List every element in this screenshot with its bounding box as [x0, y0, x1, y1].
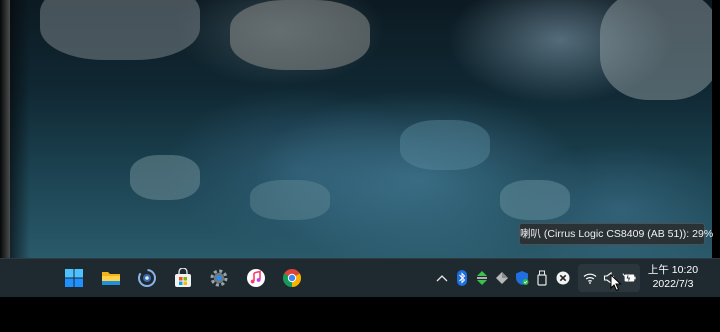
battery-tray-button[interactable] [622, 270, 636, 286]
settings-button[interactable] [206, 265, 232, 291]
battery-icon [622, 273, 636, 282]
gear-icon [210, 269, 228, 287]
close-circle-icon [556, 271, 570, 285]
store-bag-icon [175, 268, 191, 287]
screen-edge [712, 0, 720, 258]
wallpaper-rock [40, 0, 200, 60]
wallpaper-rock [600, 0, 712, 100]
network-arrows-tray-button[interactable] [475, 270, 489, 286]
wallpaper-rock [130, 155, 200, 200]
diamond-icon [496, 272, 508, 284]
circular-app-icon [138, 269, 156, 287]
chrome-icon [283, 269, 301, 287]
windows-logo-icon [65, 269, 83, 287]
music-note-icon [247, 269, 265, 287]
usb-drive-icon [537, 270, 547, 286]
shield-icon [516, 271, 529, 285]
desktop-screen: 喇叭 (Cirrus Logic CS8409 (AB 51)): 29% 上午… [0, 0, 720, 332]
desktop-wallpaper [0, 0, 712, 258]
wallpaper-rock [500, 180, 570, 220]
bluetooth-icon [457, 270, 467, 286]
tray-app-x-button[interactable] [556, 270, 570, 286]
wifi-tray-button[interactable] [583, 270, 597, 286]
start-button[interactable] [61, 265, 87, 291]
bluetooth-tray-button[interactable] [455, 270, 469, 286]
wallpaper-rock [230, 0, 370, 70]
microsoft-store-button[interactable] [170, 265, 196, 291]
wifi-icon [583, 273, 597, 284]
chrome-button[interactable] [279, 265, 305, 291]
security-tray-button[interactable] [515, 270, 529, 286]
wallpaper-rock [400, 120, 490, 170]
chevron-up-icon [436, 275, 448, 282]
show-hidden-icons-button[interactable] [435, 270, 449, 286]
tray-app-diamond-button[interactable] [495, 270, 509, 286]
wallpaper-rock [250, 180, 330, 220]
usb-drive-tray-button[interactable] [535, 270, 549, 286]
app-circle-button[interactable] [134, 265, 160, 291]
taskbar-clock[interactable]: 上午 10:20 2022/7/3 [644, 263, 702, 293]
itunes-button[interactable] [243, 265, 269, 291]
clock-time: 上午 10:20 [647, 264, 699, 276]
folder-icon [102, 272, 120, 285]
screen-bottom-border [0, 297, 720, 332]
wallpaper-shadow [0, 0, 30, 258]
clock-date: 2022/7/3 [652, 278, 694, 290]
mouse-pointer-icon [610, 274, 622, 292]
file-explorer-button[interactable] [98, 265, 124, 291]
volume-tooltip: 喇叭 (Cirrus Logic CS8409 (AB 51)): 29% [519, 223, 713, 245]
up-down-arrows-icon [477, 271, 487, 285]
